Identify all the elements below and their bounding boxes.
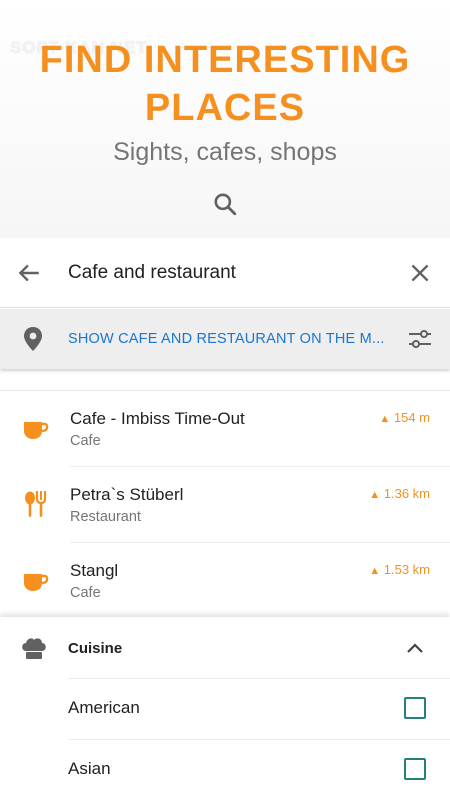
cuisine-checkbox[interactable] [404,758,426,780]
fork-spoon-icon [25,491,47,517]
chef-hat-icon [22,638,46,659]
direction-arrow-icon: ▲ [369,489,381,501]
direction-arrow-icon: ▲ [379,413,391,425]
show-on-map-link[interactable]: SHOW CAFE AND RESTAURANT ON THE M... [68,331,386,347]
cuisine-option-label: Asian [68,759,111,778]
cuisine-checkbox[interactable] [404,697,426,719]
hero-banner: SOFT KAN NET FIND INTERESTING PLACES Sig… [0,0,450,238]
filter-panel: Cuisine American Asian [0,617,450,800]
search-bar: Cafe and restaurant [0,238,450,308]
distance-value: 154 m [393,410,430,425]
place-distance: ▲ 1.53 km [369,562,430,577]
hero-subtitle: Sights, cafes, shops [113,138,337,166]
divider [68,739,450,740]
back-arrow-icon[interactable] [16,260,42,286]
show-on-map-bar[interactable]: SHOW CAFE AND RESTAURANT ON THE M... [0,309,450,369]
divider [68,678,450,679]
place-type: Restaurant [70,509,141,525]
coffee-cup-icon [24,422,49,439]
search-input[interactable]: Cafe and restaurant [68,262,236,284]
coffee-cup-icon [24,574,49,591]
place-distance: ▲ 1.36 km [369,486,430,501]
place-name: Cafe - Imbiss Time-Out [70,409,245,428]
location-pin-icon [24,327,42,351]
place-name: Stangl [70,561,119,580]
cuisine-option-label: American [68,698,140,717]
list-item[interactable]: Petra`s Stüberl Restaurant ▲ 1.36 km [0,467,450,543]
hero-title-line-1: FIND INTERESTING [39,39,411,81]
search-icon[interactable] [212,191,238,217]
place-type: Cafe [70,585,101,601]
distance-value: 1.53 km [383,562,430,577]
close-icon[interactable] [407,260,433,286]
hero-title-line-2: PLACES [144,87,306,129]
direction-arrow-icon: ▲ [369,565,381,577]
cuisine-option-american[interactable]: American [0,678,450,739]
chevron-up-icon[interactable] [403,637,427,661]
place-name: Petra`s Stüberl [70,485,184,504]
places-list: Cafe - Imbiss Time-Out Cafe ▲ 154 m Petr… [0,390,450,601]
place-distance: ▲ 154 m [379,410,430,425]
filter-sliders-icon[interactable] [407,326,433,352]
cuisine-option-asian[interactable]: Asian [0,739,450,800]
list-item[interactable]: Stangl Cafe ▲ 1.53 km [0,543,450,619]
list-item[interactable]: Cafe - Imbiss Time-Out Cafe ▲ 154 m [0,391,450,467]
distance-value: 1.36 km [383,486,430,501]
cuisine-section-title[interactable]: Cuisine [68,640,122,657]
place-type: Cafe [70,433,101,449]
